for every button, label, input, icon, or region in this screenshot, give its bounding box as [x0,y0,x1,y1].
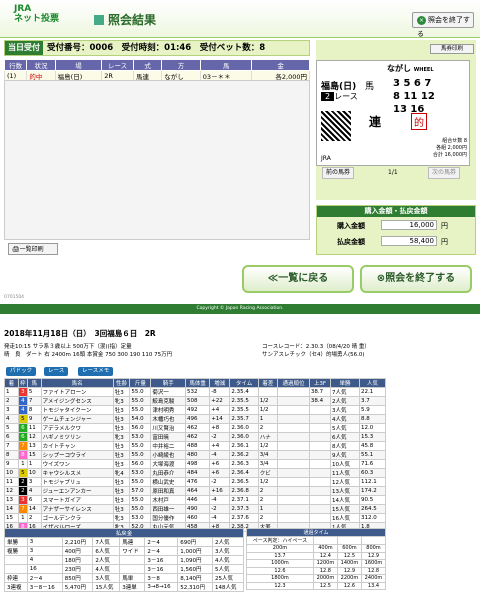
close-icon: ⊗ [376,273,386,284]
payout-row: 4 180円 2人気 3－16 1,090円 4人気 [4,555,244,565]
status-bar: 当日受付 受付番号：0006 受付時刻：01:46 受付ベット数：8 [4,40,310,56]
race-result: 2018年11月18日（日） 3回福島６日 2R 発走10:15 サラ系３歳以上… [0,320,480,595]
col-header: 上3F [308,378,331,388]
ticket-nav: 前の馬券 1/1 次の馬券 [316,167,470,179]
ticket-image: 福島(日) 2 レース 馬 ながし WHEEL 3 5 6 78 11 12 13 … [316,60,470,166]
payout-table: 払戻金 単勝 3 2,210円 7人気 馬連 2－4 690円 2人気 複勝 3 400円 6人気 ワイド… [4,528,244,592]
lap-row: 200m 400m 600m 800m [246,544,387,553]
table-row: 12 2 4 ジューエンアンカー 牡3 57.0 原田和真 464 +16 2.36.8 2 13人気… [4,486,387,496]
lap-row: 13.7 12.4 12.5 12.9 [246,551,387,560]
back-to-list-button[interactable]: ≪一覧に戻る [242,265,354,293]
payout-row: 3連複 3－8－16 5,470円 15人気 3連単 3→8→16 52,310円 148人気 [4,582,244,592]
col-header: 馬体重 [184,378,211,388]
list-area [4,80,310,240]
jra-logo: JRA ネット投票 [14,4,59,24]
table-row: 6 6 12 ハギノミツリン 牝3 53.0 富田暁 462 -2 2.36.0 ハナ 6人気 15.3 [4,432,387,442]
table-row: 14 7 14 アナザーサイレンス 牡3 55.0 西田雄一 490 -2 2.37.3 1 15人気… [4,504,387,514]
lap-row: 1000m 1200m 1400m 1600m [246,559,387,568]
inquiry-panel: JRA ネット投票 照会結果 × 照会を終了する 当日受付 受付番号：0006 受付… [0,0,480,318]
col-header: 馬 [26,378,42,388]
status-text: 受付番号：0006 受付時刻：01:46 受付ベット数：8 [47,43,266,53]
col-header: 通過順位 [277,378,310,388]
back-arrow-icon: ≪ [267,273,279,284]
lap-row: 1800m 2000m 2200m 2400m [246,574,387,583]
col-header: 馬名 [40,378,114,388]
result-table: 着枠馬馬名 性齢 斤量 騎手 馬体重 増減 タイム 着差 通過順位 上3F 単勝 人気 1 3 5 ファイトア… [4,378,387,532]
payout-row: 枠連 2－4 850円 3人気 馬単 3－8 8,140円 25人気 [4,573,244,583]
table-row: 1 3 5 ファイトアローン 牡3 55.0 菊沢一 532 -8 2.35.4 38.7 7人気 22… [4,387,387,397]
next-ticket-button[interactable]: 次の馬券 [428,167,461,179]
table-row: 11 2 3 トモジャプリュ 牡3 55.0 横山武史 476 -2 2.36.5 1/2 12人気 1… [4,477,387,487]
buy-amount: 16,000 [381,220,437,230]
race-video-button[interactable]: レース [44,367,69,376]
print-icon: 🖨 [12,246,20,253]
col-header: タイム [229,378,259,388]
summary-box: 購入金額・払戻金額 購入金額 16,000 円 払戻金額 58,400 円 [316,205,476,255]
col-header: 騎手 [150,378,186,388]
lap-row: ペース判定：ハイペース [246,536,387,545]
table-row: 10 5 10 キャウシルスメ 牝4 53.0 丸田恭介 484 +6 2.36.4 クビ 11人気 6… [4,468,387,478]
table-row: 15 1 2 ゴールデンクラ 牝3 53.0 国分優作 460 -4 2.37.6 2 16人気 312… [4,513,387,523]
prev-ticket-button[interactable]: 前の馬券 [322,167,355,179]
col-header: 性齢 [112,378,131,388]
close-icon: × [417,16,426,25]
end-inquiry-button[interactable]: ⊗照会を終了する [360,265,472,293]
end-inquiry-top-button[interactable]: × 照会を終了する [412,12,474,38]
race-title: 2018年11月18日（日） 3回福島６日 2R [4,329,156,338]
table-row: 8 8 15 シップーコウライ 牡3 55.0 小崎綾也 480 -4 2.36.2 3/4 9人気 5… [4,450,387,460]
table-row: 3 4 8 トモジャタイクーン 牡3 55.0 津村明秀 492 +4 2.35.5 1/2 3人気 5… [4,405,387,415]
ticket-numbers: 3 5 6 78 11 12 13 16 [393,78,435,115]
header: JRA ネット投票 照会結果 × 照会を終了する [0,0,480,38]
logo-line1: JRA [14,4,32,14]
col-header: 単勝 [329,378,360,388]
payout-row: 16 230円 4人気 3－16 1,560円 5人気 [4,564,244,574]
table-row: 13 3 6 スマートガイア 牡3 55.0 木村戸 446 -4 2.37.1 2 14人気 90.5 [4,495,387,505]
document-icon [94,15,104,25]
payout-row: 複勝 3 400円 6人気 ワイド 2－4 1,000円 3人気 [4,546,244,556]
payout-amount: 58,400 [381,236,437,246]
col-header: 増減 [209,378,231,388]
copyright: Copyright © Japan Racing Association. [0,304,480,314]
col-header: 着 [4,378,19,388]
table-row: 2 4 7 アメイジングセンス 牝3 55.0 鮫島克駿 508 +22 2.35.5 1/2 38.… [4,396,387,406]
table-row: 5 6 11 アデラメルクワ 牡3 56.0 川又賢治 462 +8 2.36.0 2 5人気 12.0 [4,423,387,433]
ticket-table: 行数 状況場レース式方馬金 (1) 的中 福島(日) 2R 馬連 ながし 03－＊＊ 各2,00… [3,59,310,82]
table-row: 9 1 1 ウイズワン 牡3 56.0 大塚海渡 498 +6 2.36.3 3/4 10人気 71.6 [4,459,387,469]
page-title: 照会結果 [94,11,156,28]
ticket-print-button[interactable]: 馬券印刷 [430,44,474,54]
lap-row: 12.3 12.5 12.6 13.4 [246,581,387,590]
lap-row: 12.6 12.8 12.9 12.8 [246,566,387,575]
win-stamp: 的 [411,113,427,130]
logo-line2: ネット投票 [14,14,60,24]
table-row: 4 5 9 ゲームチェンジャー 牡3 54.0 木幡巧也 496 +14 2.35.7 1 4人気 8.… [4,414,387,424]
col-header: 人気 [358,378,387,388]
qr-code-icon [321,111,351,141]
race-memo-button[interactable]: レースメモ [78,367,114,376]
status-tag: 当日受付 [5,41,43,55]
col-header: 斤量 [129,378,152,388]
page-indicator: 1/1 [388,169,398,176]
print-list-button[interactable]: 🖨一覧印刷 [8,243,58,255]
lap-table: 通過タイム ペース判定：ハイペース 200m 400m 600m 800m 13.7 12.4… [246,528,387,590]
col-header: 枠 [17,378,28,388]
col-header: 着差 [257,378,279,388]
payout-row: 単勝 3 2,210円 7人気 馬連 2－4 690円 2人気 [4,537,244,547]
table-row: 7 7 13 カイトチャン 牡3 55.0 中井裕二 488 +4 2.36.1 1/2 8人気 45.… [4,441,387,451]
paddock-button[interactable]: パドック [6,367,37,376]
